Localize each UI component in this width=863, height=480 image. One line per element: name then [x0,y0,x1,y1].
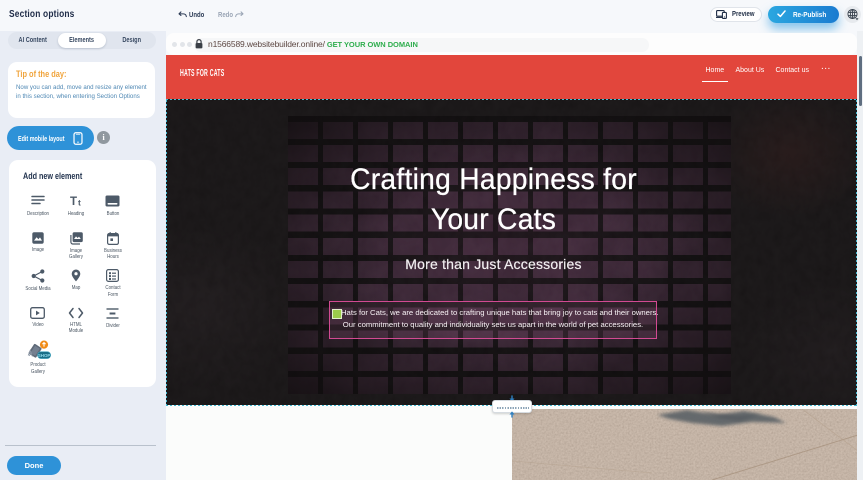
svg-text:t: t [78,198,81,208]
svg-text:SHOP: SHOP [37,353,50,358]
svg-text:T: T [70,196,77,208]
